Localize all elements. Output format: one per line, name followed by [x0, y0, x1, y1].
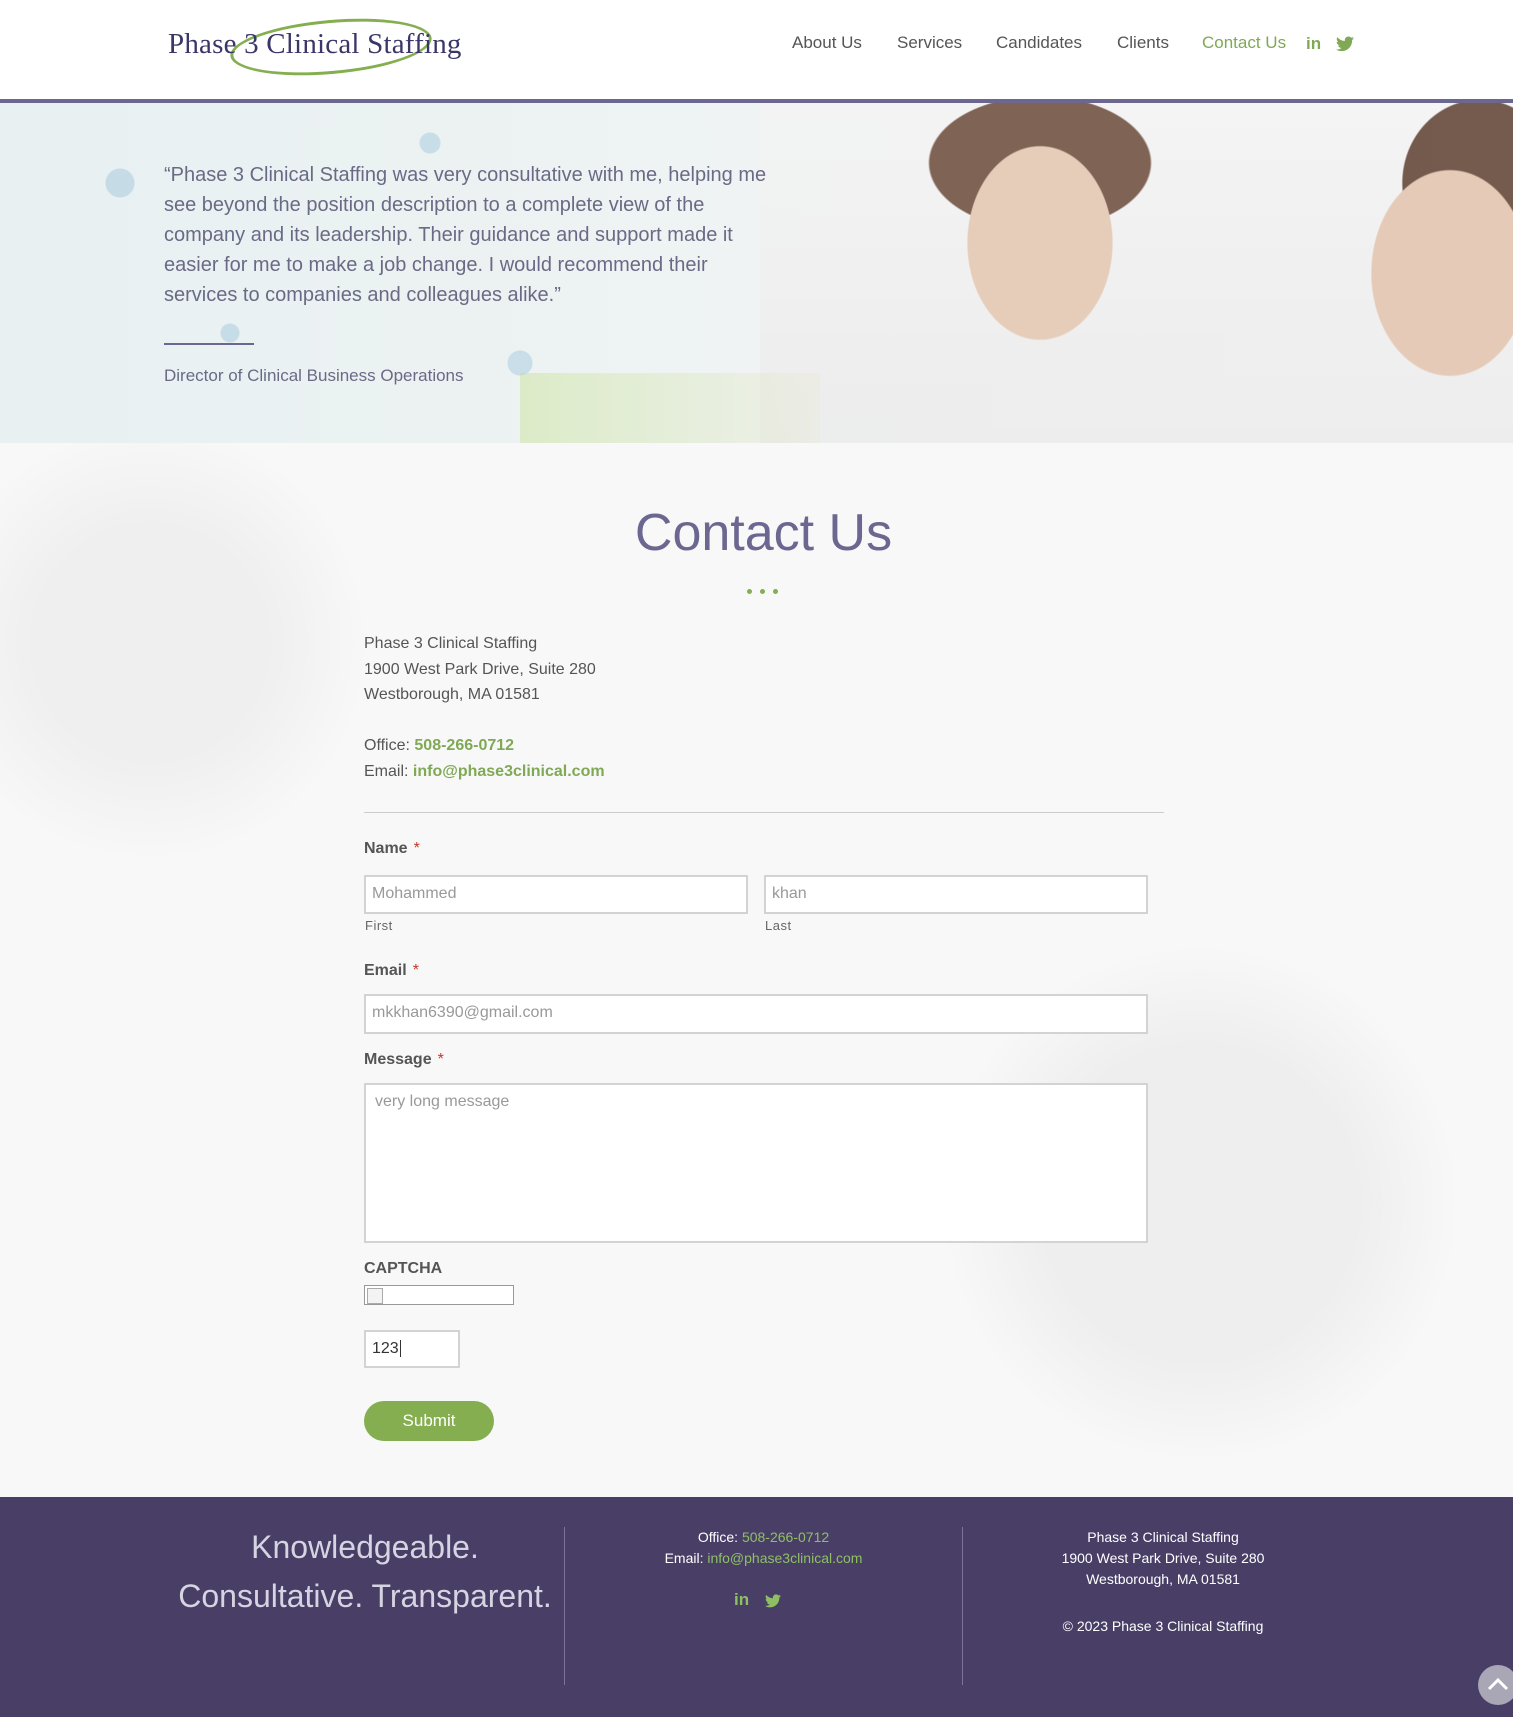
email-row: Email: info@phase3clinical.com [364, 763, 605, 781]
footer-office-row: Office: 508-266-0712 [697, 1529, 830, 1545]
email-label: Email: [364, 763, 409, 780]
footer-address: Phase 3 Clinical Staffing 1900 West Park… [963, 1527, 1363, 1590]
footer-copyright: © 2023 Phase 3 Clinical Staffing [1062, 1618, 1264, 1634]
broken-image-icon [367, 1288, 383, 1304]
captcha-label: CAPTCHA [364, 1260, 443, 1277]
message-label: Message * [364, 1051, 444, 1068]
page-title: Contact Us [634, 504, 893, 562]
footer-phone-link[interactable]: 508-266-0712 [742, 1529, 829, 1545]
first-name-input[interactable]: Mohammed [364, 875, 748, 914]
footer-company: Phase 3 Clinical Staffing [1087, 1529, 1239, 1545]
main-nav: About Us Services Candidates Clients Con… [0, 33, 1513, 63]
footer-email-row: Email: info@phase3clinical.com [664, 1550, 863, 1566]
email-input[interactable]: mkkhan6390@gmail.com [364, 994, 1148, 1034]
quote-divider [164, 343, 254, 345]
site-header: Phase 3 Clinical Staffing About Us Servi… [0, 0, 1513, 103]
hero-photo [760, 103, 1513, 443]
first-name-sublabel: First [365, 918, 393, 933]
nav-services[interactable]: Services [897, 33, 962, 53]
nav-about-us[interactable]: About Us [792, 33, 862, 53]
footer-linkedin-icon[interactable]: in [734, 1590, 749, 1610]
office-phone-link[interactable]: 508-266-0712 [414, 737, 514, 754]
email-field-label: Email * [364, 962, 419, 979]
twitter-icon[interactable] [1336, 36, 1354, 52]
footer-address-line1: 1900 West Park Drive, Suite 280 [1061, 1550, 1265, 1566]
contact-section: Contact Us Phase 3 Clinical Staffing 190… [0, 443, 1513, 1497]
footer-tagline-line1: Knowledgeable. [251, 1529, 479, 1565]
footer-tagline-line2: Consultative. Transparent. [178, 1578, 552, 1614]
hero-lab-bench [520, 373, 820, 443]
footer-twitter-icon[interactable] [765, 1593, 781, 1613]
testimonial-quote: “Phase 3 Clinical Staffing was very cons… [164, 164, 767, 306]
submit-button[interactable]: Submit [364, 1401, 494, 1441]
last-name-input[interactable]: khan [764, 875, 1148, 914]
nav-contact-us[interactable]: Contact Us [1202, 33, 1286, 53]
message-textarea[interactable]: very long message [364, 1083, 1148, 1243]
linkedin-icon[interactable]: in [1306, 34, 1321, 54]
address-line1: 1900 West Park Drive, Suite 280 [364, 661, 596, 678]
footer-contact: Office: 508-266-0712 Email: info@phase3c… [565, 1527, 962, 1569]
form-divider [364, 812, 1164, 813]
testimonial-hero: “Phase 3 Clinical Staffing was very cons… [0, 103, 1513, 443]
back-to-top-button[interactable] [1478, 1665, 1513, 1705]
last-name-sublabel: Last [765, 918, 792, 933]
site-footer: Knowledgeable. Consultative. Transparent… [0, 1497, 1513, 1717]
nav-clients[interactable]: Clients [1117, 33, 1169, 53]
company-name: Phase 3 Clinical Staffing [364, 635, 538, 652]
office-phone-row: Office: 508-266-0712 [364, 737, 514, 755]
chevron-up-icon [1487, 1677, 1509, 1691]
captcha-image [364, 1285, 514, 1305]
footer-email-link[interactable]: info@phase3clinical.com [707, 1550, 862, 1566]
email-link[interactable]: info@phase3clinical.com [413, 763, 605, 780]
address-line2: Westborough, MA 01581 [364, 686, 540, 703]
testimonial-author: Director of Clinical Business Operations [164, 366, 464, 385]
office-label: Office: [364, 737, 410, 754]
footer-address-line2: Westborough, MA 01581 [1086, 1571, 1240, 1587]
title-dots [747, 589, 786, 594]
captcha-input[interactable]: 123 [364, 1330, 460, 1368]
name-label: Name * [364, 840, 420, 857]
nav-candidates[interactable]: Candidates [996, 33, 1082, 53]
